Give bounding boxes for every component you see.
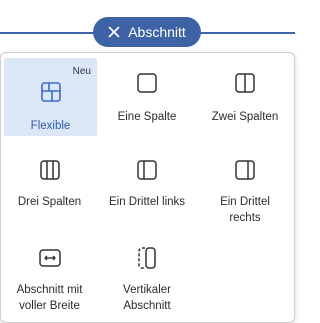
layout-options-grid: Neu Flexible Eine Spalte Zwei Spalten Dr…	[1, 53, 296, 316]
section-layout-menu: Neu Flexible Eine Spalte Zwei Spalten Dr…	[0, 52, 295, 323]
option-one-third-right[interactable]: Ein Drittel rechts	[196, 140, 294, 228]
option-one-column[interactable]: Eine Spalte	[98, 53, 196, 140]
full-width-section-icon	[36, 244, 64, 272]
new-badge: Neu	[72, 66, 91, 77]
option-full-width-section[interactable]: Abschnitt mit voller Breite	[1, 228, 98, 316]
flexible-layout-icon	[37, 78, 65, 106]
option-two-columns[interactable]: Zwei Spalten	[196, 53, 294, 140]
option-label: Zwei Spalten	[211, 111, 279, 123]
option-label: Drei Spalten	[17, 196, 82, 208]
option-label: Ein Drittel rechts	[220, 196, 270, 224]
option-label: Eine Spalte	[117, 111, 177, 123]
one-column-icon	[133, 69, 161, 97]
option-label: Vertikaler Abschnitt	[123, 284, 171, 312]
vertical-section-icon	[133, 244, 161, 272]
option-label: Flexible	[30, 120, 71, 132]
section-picker-stage: Abschnitt Neu Flexible Eine Spalte Zwei …	[0, 0, 295, 323]
option-label: Ein Drittel links	[108, 196, 186, 208]
option-three-columns[interactable]: Drei Spalten	[1, 140, 98, 228]
option-one-third-left[interactable]: Ein Drittel links	[98, 140, 196, 228]
close-section-picker-button[interactable]: Abschnitt	[93, 17, 201, 47]
option-vertical-section[interactable]: Vertikaler Abschnitt	[98, 228, 196, 316]
one-third-right-icon	[231, 156, 259, 184]
pill-label: Abschnitt	[128, 24, 186, 40]
close-icon	[108, 26, 120, 38]
three-columns-icon	[36, 156, 64, 184]
option-label: Abschnitt mit voller Breite	[16, 284, 83, 312]
two-columns-icon	[231, 69, 259, 97]
option-flexible[interactable]: Neu Flexible	[4, 58, 97, 136]
one-third-left-icon	[133, 156, 161, 184]
